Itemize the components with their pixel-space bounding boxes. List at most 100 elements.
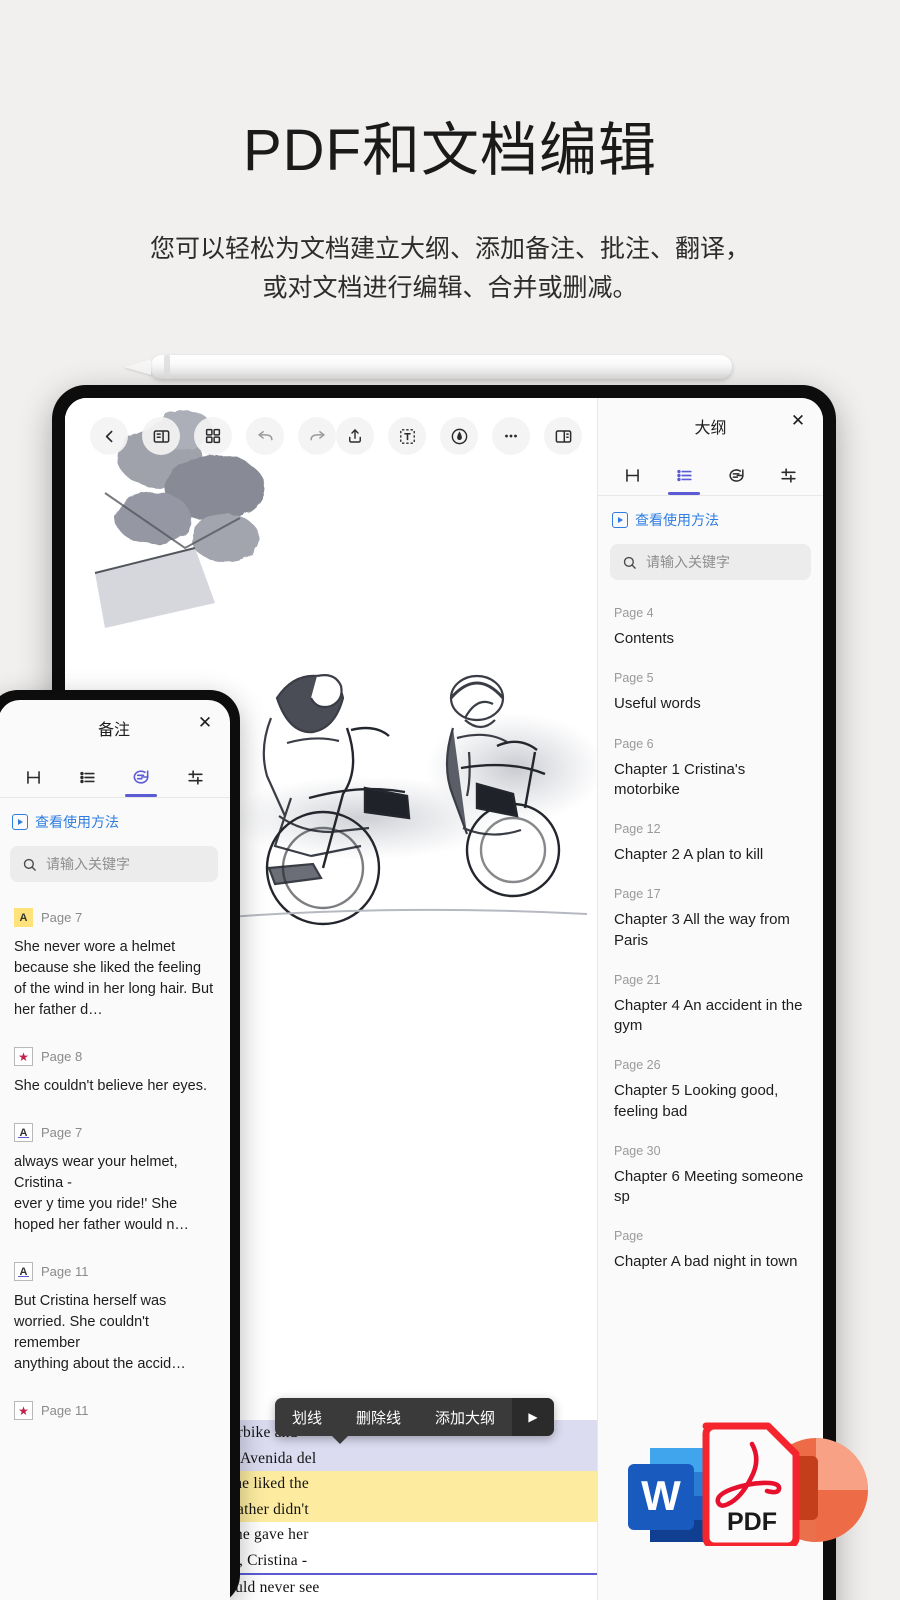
- notes-search-placeholder: 请输入关键字: [46, 854, 130, 874]
- tab-bookmark[interactable]: [11, 757, 55, 797]
- pdf-file-icon: PDF: [696, 1418, 806, 1551]
- note-meta: ★ Page 8: [14, 1047, 214, 1066]
- undo-icon[interactable]: [246, 417, 284, 455]
- note-page: Page 7: [41, 1125, 82, 1140]
- note-page: Page 7: [41, 910, 82, 925]
- note-meta: ★ Page 11: [14, 1401, 214, 1420]
- note-body: She never wore a helmet because she like…: [14, 937, 214, 1021]
- share-icon[interactable]: [336, 417, 374, 455]
- tab-settings[interactable]: [767, 455, 811, 495]
- outline-howto-link[interactable]: 查看使用方法: [598, 496, 823, 544]
- outline-item-page: Page 21: [614, 973, 807, 987]
- notes-device-overlay: 备注 ✕ 查看使用方法: [0, 690, 240, 1600]
- stylus-pen: [150, 355, 732, 379]
- outline-item-title: Contents: [614, 629, 807, 649]
- outline-item[interactable]: Page Chapter A bad night in town: [598, 1219, 823, 1284]
- play-icon: [12, 814, 28, 830]
- outline-item[interactable]: Page 17 Chapter 3 All the way from Paris: [598, 877, 823, 963]
- outline-search-input[interactable]: 请输入关键字: [610, 544, 811, 580]
- ctx-strikethrough-button[interactable]: 删除线: [339, 1407, 418, 1428]
- pdf-label: PDF: [727, 1508, 777, 1536]
- underline-badge-icon: A: [14, 1262, 33, 1281]
- tab-comments[interactable]: [119, 757, 163, 797]
- notes-panel: 备注 ✕ 查看使用方法: [0, 700, 230, 1600]
- outline-item[interactable]: Page 30 Chapter 6 Meeting someone sp: [598, 1134, 823, 1220]
- outline-item-title: Chapter 3 All the way from Paris: [614, 910, 807, 951]
- ctx-add-outline-button[interactable]: 添加大纲: [418, 1407, 512, 1428]
- outline-item[interactable]: Page 6 Chapter 1 Cristina's motorbike: [598, 727, 823, 813]
- note-page: Page 11: [41, 1264, 88, 1279]
- page-subtitle: 您可以轻松为文档建立大纲、添加备注、批注、翻译， 或对文档进行编辑、合并或删减。: [0, 230, 900, 308]
- grid-thumbnails-icon[interactable]: [194, 417, 232, 455]
- notes-howto-label: 查看使用方法: [35, 812, 119, 832]
- outline-item-page: Page 26: [614, 1058, 807, 1072]
- note-meta: A Page 7: [14, 1123, 214, 1142]
- outline-panel-title: 大纲: [694, 414, 726, 438]
- note-item[interactable]: A Page 11 But Cristina herself was worri…: [0, 1250, 230, 1389]
- right-panel-icon[interactable]: [544, 417, 582, 455]
- outline-item-title: Chapter 6 Meeting someone sp: [614, 1167, 807, 1208]
- ctx-menu-pointer: [331, 1435, 349, 1444]
- notes-panel-tabs: [0, 756, 230, 798]
- file-format-icons: W P PDF: [620, 1400, 880, 1580]
- outline-item-list: Page 4 Contents Page 5 Useful words Page…: [598, 588, 823, 1285]
- note-item[interactable]: A Page 7 always wear your helmet, Cristi…: [0, 1111, 230, 1250]
- note-meta: A Page 11: [14, 1262, 214, 1281]
- outline-item-title: Chapter 4 An accident in the gym: [614, 996, 807, 1037]
- outline-item-page: Page 6: [614, 737, 807, 751]
- outline-item-title: Chapter A bad night in town: [614, 1252, 807, 1272]
- outline-item[interactable]: Page 12 Chapter 2 A plan to kill: [598, 812, 823, 877]
- search-icon: [22, 857, 37, 872]
- back-icon[interactable]: [90, 417, 128, 455]
- outline-item[interactable]: Page 26 Chapter 5 Looking good, feeling …: [598, 1048, 823, 1134]
- tab-comments[interactable]: [715, 455, 759, 495]
- tab-settings[interactable]: [173, 757, 217, 797]
- notes-search-input[interactable]: 请输入关键字: [10, 846, 218, 882]
- play-icon: [612, 512, 628, 528]
- note-body: always wear your helmet, Cristina - ever…: [14, 1152, 214, 1236]
- outline-item-page: Page 5: [614, 671, 807, 685]
- notes-item-list: A Page 7 She never wore a helmet because…: [0, 890, 230, 1444]
- ctx-underline-button[interactable]: 划线: [275, 1407, 339, 1428]
- text-box-icon[interactable]: [388, 417, 426, 455]
- outline-item-page: Page 17: [614, 887, 807, 901]
- outline-item-title: Chapter 2 A plan to kill: [614, 845, 807, 865]
- star-badge-icon: ★: [14, 1401, 33, 1420]
- close-icon[interactable]: ✕: [194, 712, 216, 734]
- notes-howto-link[interactable]: 查看使用方法: [0, 798, 230, 846]
- outline-item[interactable]: Page 21 Chapter 4 An accident in the gym: [598, 963, 823, 1049]
- reader-toolbar: [65, 398, 597, 474]
- notes-panel-header: 备注 ✕: [0, 700, 230, 756]
- outline-item-page: Page 12: [614, 822, 807, 836]
- tab-bookmark[interactable]: [610, 455, 654, 495]
- note-body: But Cristina herself was worried. She co…: [14, 1291, 214, 1375]
- annotate-pen-icon[interactable]: [440, 417, 478, 455]
- outline-item-title: Chapter 5 Looking good, feeling bad: [614, 1081, 807, 1122]
- outline-item-page: Page: [614, 1229, 807, 1243]
- page-title: PDF和文档编辑: [0, 118, 900, 185]
- outline-item[interactable]: Page 4 Contents: [598, 596, 823, 661]
- notes-panel-title: 备注: [98, 716, 130, 740]
- more-icon[interactable]: [492, 417, 530, 455]
- note-item[interactable]: ★ Page 11: [0, 1389, 230, 1444]
- text-selection-context-menu[interactable]: 划线 删除线 添加大纲 ▶: [275, 1398, 554, 1436]
- note-page: Page 11: [41, 1403, 88, 1418]
- ctx-next-page-button[interactable]: ▶: [512, 1398, 554, 1436]
- outline-howto-label: 查看使用方法: [635, 510, 719, 530]
- note-body: She couldn't believe her eyes.: [14, 1076, 214, 1097]
- close-icon[interactable]: ✕: [787, 410, 809, 432]
- sidebar-panel-icon[interactable]: [142, 417, 180, 455]
- outline-item[interactable]: Page 5 Useful words: [598, 661, 823, 726]
- tab-outline[interactable]: [662, 455, 706, 495]
- note-item[interactable]: A Page 7 She never wore a helmet because…: [0, 896, 230, 1035]
- subtitle-line-1: 您可以轻松为文档建立大纲、添加备注、批注、翻译，: [0, 230, 900, 269]
- note-item[interactable]: ★ Page 8 She couldn't believe her eyes.: [0, 1035, 230, 1111]
- outline-panel-tabs: [598, 454, 823, 496]
- tab-outline[interactable]: [65, 757, 109, 797]
- outline-panel-header: 大纲 ✕: [598, 398, 823, 454]
- subtitle-line-2: 或对文档进行编辑、合并或删减。: [0, 269, 900, 308]
- word-letter: W: [641, 1472, 681, 1519]
- redo-icon[interactable]: [298, 417, 336, 455]
- outline-item-title: Chapter 1 Cristina's motorbike: [614, 760, 807, 801]
- promo-page: PDF和文档编辑 您可以轻松为文档建立大纲、添加备注、批注、翻译， 或对文档进行…: [0, 0, 900, 1600]
